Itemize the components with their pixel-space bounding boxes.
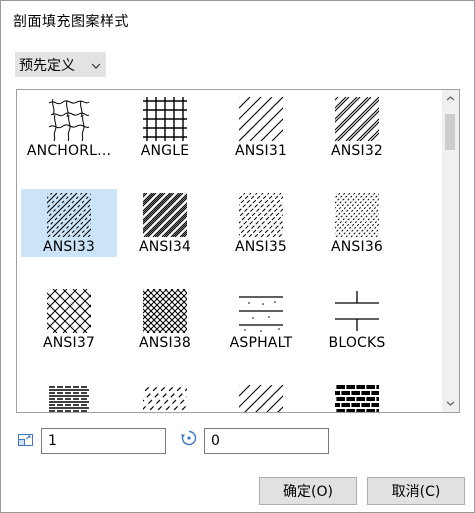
cancel-button[interactable]: 取消(C) [367,477,465,505]
pattern-item[interactable]: ANSI33 [21,189,117,257]
preset-dropdown[interactable]: 预先定义 [15,52,106,77]
pattern-item[interactable]: ANSI35 [213,189,309,257]
anchorlock-pattern-swatch [48,98,90,141]
pattern-item[interactable]: ANSI37 [21,285,117,353]
pattern-item[interactable] [21,381,117,412]
pattern-item[interactable]: ANCHORL... [21,93,117,161]
pattern-name: ANSI33 [42,239,96,255]
ansi31-pattern-swatch [239,97,283,141]
chevron-down-icon [86,57,106,73]
scroll-thumb[interactable] [445,114,455,150]
dashdiag-pattern-swatch [143,385,187,412]
pattern-gallery[interactable]: ANCHORL... ANGLE ANSI31 ANSI32 ANSI33 ANSI34 A… [16,89,460,413]
ansi31-pattern-swatch [239,385,283,412]
pattern-name: BLOCKS [328,335,386,351]
angle-input[interactable]: 0 [204,428,329,454]
angle-pattern-swatch [143,97,187,141]
scroll-down-icon[interactable] [442,395,459,412]
pattern-item[interactable]: ANSI38 [117,285,213,353]
pattern-item[interactable] [309,381,405,412]
pattern-item[interactable]: ANSI31 [213,93,309,161]
pattern-name: ANSI34 [138,239,192,255]
brick-pattern-swatch [335,385,379,412]
pattern-name: ANGLE [140,143,190,159]
pattern-grid: ANCHORL... ANGLE ANSI31 ANSI32 ANSI33 ANSI34 A… [21,90,441,412]
ansi33-pattern-swatch [47,193,91,237]
pattern-item[interactable] [213,381,309,412]
ok-button[interactable]: 确定(O) [259,477,357,505]
pattern-item[interactable]: BLOCKS [309,285,405,353]
preset-label: 预先定义 [19,57,75,74]
ansi35-pattern-swatch [239,193,283,237]
pattern-item[interactable]: ASPHALT [213,285,309,353]
pattern-item[interactable]: ANSI32 [309,93,405,161]
pattern-item[interactable]: ANSI36 [309,189,405,257]
pattern-item[interactable]: ANGLE [117,93,213,161]
scale-icon [17,431,35,449]
pattern-item[interactable]: ANSI34 [117,189,213,257]
asphalt-pattern-swatch [239,296,283,332]
pattern-name: ANSI32 [330,143,384,159]
ansi32-pattern-swatch [335,97,379,141]
pattern-name: ANSI37 [42,335,96,351]
rotate-icon [180,429,198,447]
ansi37-pattern-swatch [47,289,91,333]
pattern-name: ANSI31 [234,143,288,159]
pattern-name: ANSI38 [138,335,192,351]
ansi34-pattern-swatch [143,193,187,237]
scale-input[interactable]: 1 [41,428,166,454]
blocks-pattern-swatch [335,291,379,331]
pattern-name: ANSI35 [234,239,288,255]
pattern-name: ASPHALT [229,335,293,351]
hlines-pattern-swatch [49,386,89,412]
hatch-pattern-dialog: 剖面填充图案样式 预先定义 ANCHORL... ANGLE ANSI31 ANSI3… [0,0,475,513]
scroll-up-icon[interactable] [442,90,459,107]
dialog-title: 剖面填充图案样式 [13,14,129,30]
ansi36-pattern-swatch [335,193,379,237]
ansi38-pattern-swatch [143,289,187,333]
vertical-scrollbar[interactable] [442,90,459,412]
pattern-name: ANCHORL... [26,143,112,159]
pattern-item[interactable] [117,381,213,412]
pattern-name: ANSI36 [330,239,384,255]
